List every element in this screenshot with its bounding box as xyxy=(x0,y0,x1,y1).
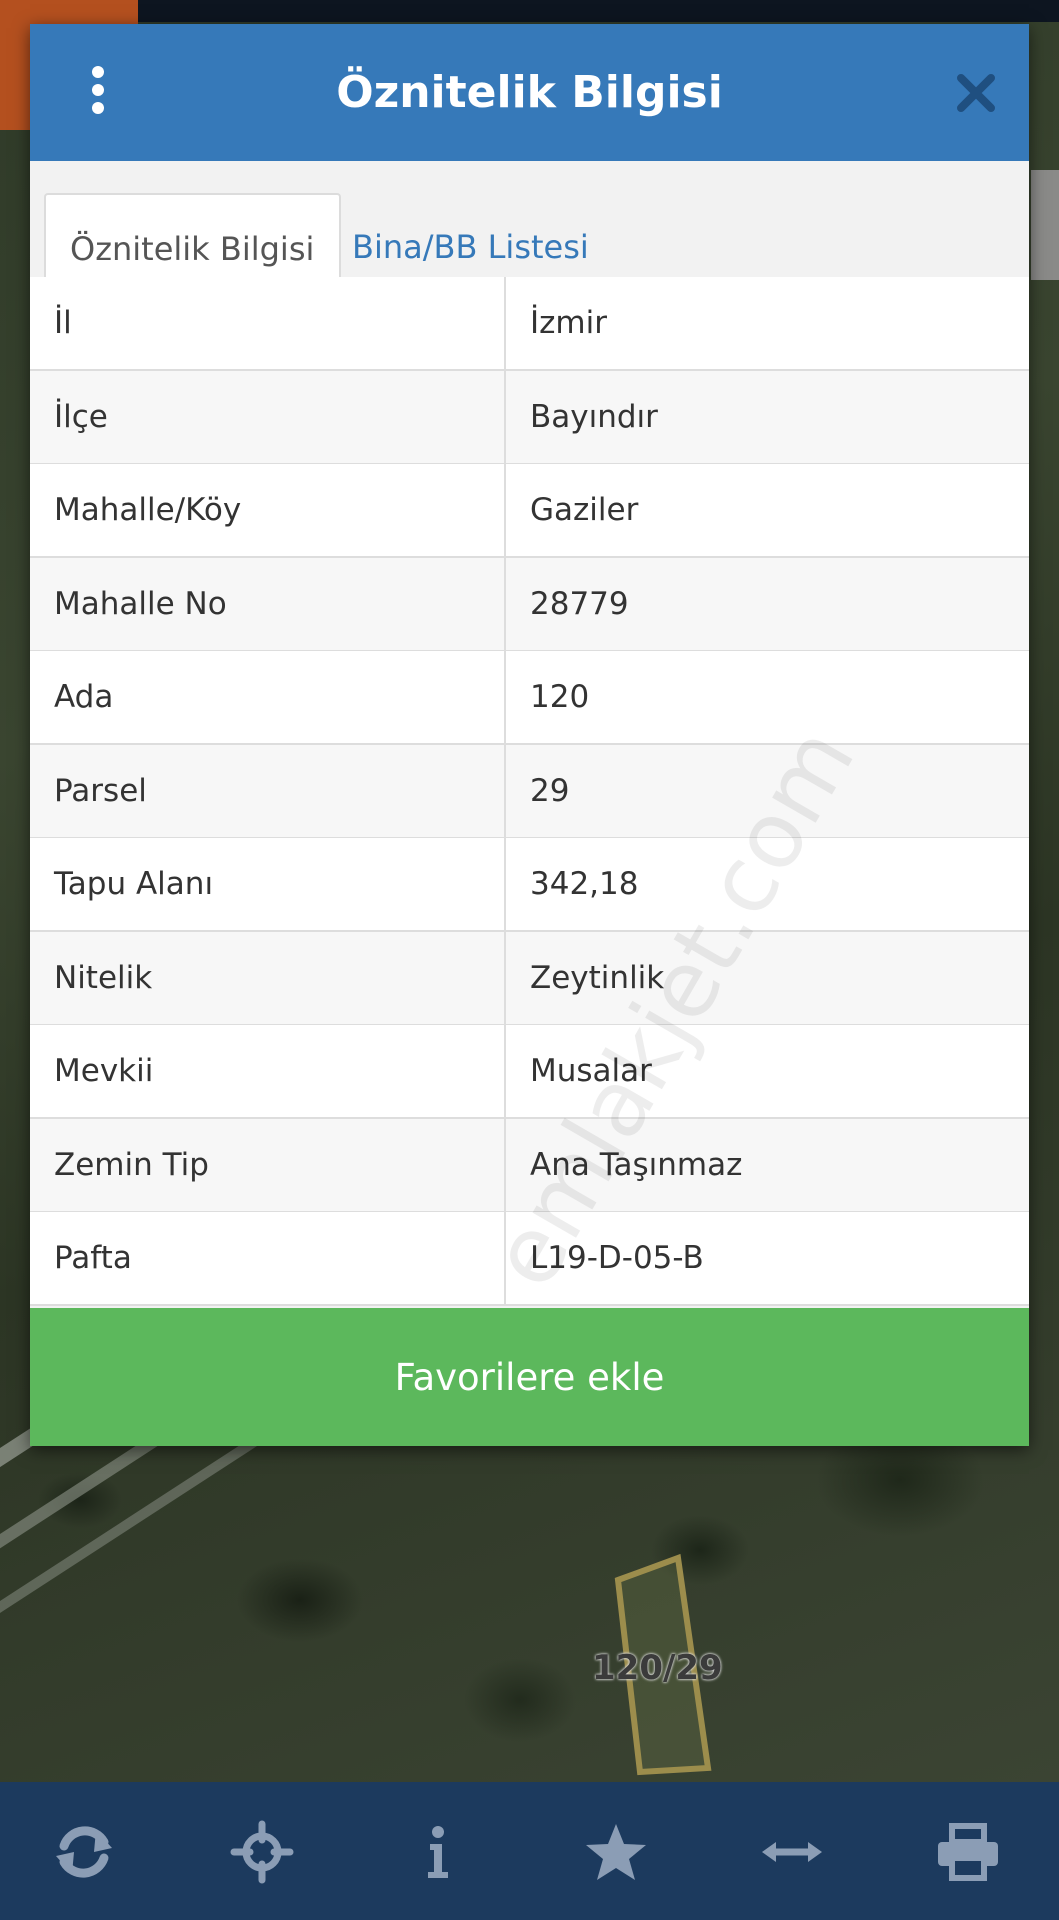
attribute-key: Ada xyxy=(54,679,114,715)
table-row: Zemin Tip Ana Taşınmaz xyxy=(30,1118,1029,1213)
measure-icon[interactable] xyxy=(752,1812,832,1892)
column-divider xyxy=(504,838,506,930)
attribute-value: Zeytinlik xyxy=(530,959,665,996)
column-divider xyxy=(504,651,506,743)
map-overlay-grey xyxy=(1031,170,1059,280)
table-row: İlçe Bayındır xyxy=(30,370,1029,465)
table-row: Mahalle No 28779 xyxy=(30,557,1029,652)
column-divider xyxy=(504,931,506,1024)
more-options-icon[interactable] xyxy=(88,66,108,116)
table-row: Ada 120 xyxy=(30,651,1029,745)
attribute-key: Pafta xyxy=(54,1240,132,1276)
attribute-key: Nitelik xyxy=(54,959,153,996)
attribute-value: Gaziler xyxy=(530,492,639,528)
attribute-key: Mahalle No xyxy=(54,585,227,622)
table-row: Pafta L19-D-05-B xyxy=(30,1212,1029,1306)
column-divider xyxy=(504,1118,506,1211)
crosshair-icon[interactable] xyxy=(222,1812,302,1892)
table-row: Parsel 29 xyxy=(30,744,1029,839)
print-icon[interactable] xyxy=(928,1812,1008,1892)
attribute-value: 29 xyxy=(530,772,570,809)
table-row: İl İzmir xyxy=(30,277,1029,371)
add-to-favorites-button[interactable]: Favorilere ekle xyxy=(30,1308,1029,1446)
dialog-header: Öznitelik Bilgisi xyxy=(30,24,1029,161)
bottom-toolbar xyxy=(0,1782,1059,1920)
column-divider xyxy=(504,370,506,463)
table-row: Nitelik Zeytinlik xyxy=(30,931,1029,1026)
parcel-label: 120/29 xyxy=(592,1648,723,1688)
attribute-dialog: Öznitelik Bilgisi Öznitelik Bilgisi Bina… xyxy=(30,24,1029,1446)
table-row: Mahalle/Köy Gaziler xyxy=(30,464,1029,558)
attribute-key: Mahalle/Köy xyxy=(54,492,242,528)
attribute-key: Tapu Alanı xyxy=(54,866,214,902)
map-top-edge xyxy=(0,0,1059,22)
attribute-value: L19-D-05-B xyxy=(530,1240,704,1276)
column-divider xyxy=(504,557,506,650)
attribute-value: Musalar xyxy=(530,1053,652,1089)
attribute-key: Parsel xyxy=(54,772,147,809)
attribute-value: 28779 xyxy=(530,585,629,622)
attribute-value: 120 xyxy=(530,679,590,715)
attribute-value: Bayındır xyxy=(530,398,658,435)
attribute-key: Zemin Tip xyxy=(54,1146,209,1183)
star-icon[interactable] xyxy=(576,1812,656,1892)
column-divider xyxy=(504,1212,506,1304)
column-divider xyxy=(504,744,506,837)
refresh-icon[interactable] xyxy=(44,1812,124,1892)
attribute-value: İzmir xyxy=(530,305,607,341)
attribute-value: Ana Taşınmaz xyxy=(530,1146,743,1183)
close-icon[interactable] xyxy=(953,70,999,116)
info-icon[interactable] xyxy=(398,1812,478,1892)
column-divider xyxy=(504,464,506,556)
table-row: Mevkii Musalar xyxy=(30,1025,1029,1119)
table-row: Tapu Alanı 342,18 xyxy=(30,838,1029,932)
attribute-key: İl xyxy=(54,305,72,341)
attribute-key: Mevkii xyxy=(54,1053,154,1089)
attribute-key: İlçe xyxy=(54,398,108,435)
dialog-title: Öznitelik Bilgisi xyxy=(336,67,723,118)
column-divider xyxy=(504,277,506,369)
attribute-value: 342,18 xyxy=(530,866,639,902)
column-divider xyxy=(504,1025,506,1117)
